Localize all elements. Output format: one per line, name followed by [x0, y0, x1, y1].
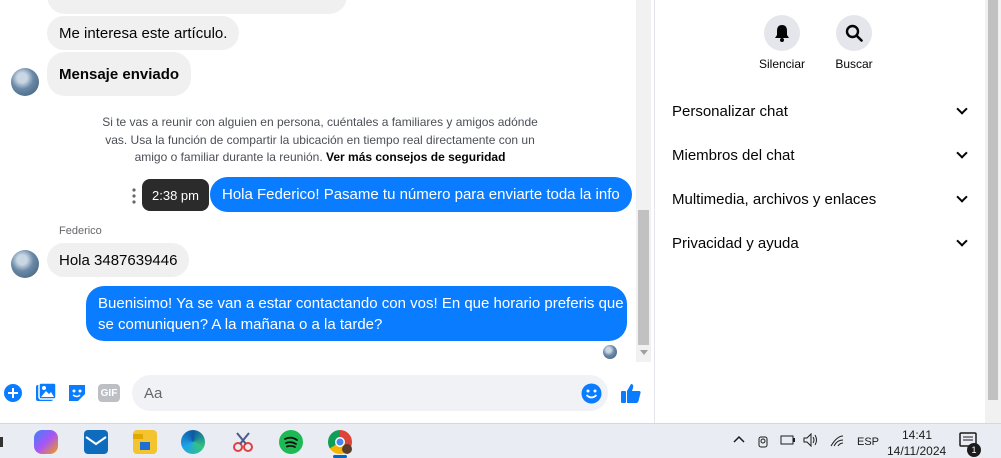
message-text: Me interesa este artículo.	[59, 24, 228, 42]
message-bubble-outgoing[interactable]: Buenisimo! Ya se van a estar contactando…	[86, 286, 627, 341]
camera-icon[interactable]	[757, 434, 771, 451]
section-label: Personalizar chat	[672, 102, 788, 120]
composer-bar: GIF Aa	[0, 370, 654, 416]
time-tooltip: 2:38 pm	[142, 179, 209, 211]
chevron-up-icon[interactable]	[733, 434, 745, 447]
wifi-icon[interactable]	[829, 434, 845, 451]
scrollbar-thumb[interactable]	[988, 0, 998, 400]
section-label: Miembros del chat	[672, 146, 795, 164]
message-text-line: Buenisimo! Ya se van a estar contactando…	[98, 295, 624, 312]
contact-avatar[interactable]	[11, 250, 39, 278]
bell-icon	[775, 25, 789, 42]
input-placeholder: Aa	[144, 384, 163, 402]
sticker-icon[interactable]	[67, 383, 87, 403]
more-options-icon[interactable]	[131, 187, 137, 205]
notification-badge: 1	[967, 443, 981, 457]
section-label: Privacidad y ayuda	[672, 234, 799, 252]
chevron-down-icon	[956, 235, 968, 247]
section-privacy-help[interactable]: Privacidad y ayuda	[672, 228, 972, 258]
section-media-files-links[interactable]: Multimedia, archivos y enlaces	[672, 184, 972, 214]
page-scrollbar[interactable]	[985, 0, 1001, 423]
windows-taskbar: ESP 14:41 14/11/2024 1	[0, 423, 1001, 458]
mute-button[interactable]	[764, 15, 800, 51]
contact-avatar[interactable]	[11, 68, 39, 96]
photo-icon[interactable]	[35, 383, 57, 403]
search-button[interactable]	[836, 15, 872, 51]
chevron-down-icon	[956, 147, 968, 159]
chevron-down-icon	[956, 103, 968, 115]
snipping-tool-icon[interactable]	[231, 430, 255, 454]
mail-icon[interactable]	[84, 430, 108, 454]
message-input[interactable]: Aa	[132, 375, 608, 411]
chrome-icon[interactable]	[328, 430, 352, 454]
file-explorer-icon[interactable]	[133, 430, 157, 454]
search-label: Buscar	[835, 57, 873, 71]
safety-link[interactable]: Ver más consejos de seguridad	[326, 150, 505, 164]
message-text: Hola 3487639446	[59, 251, 178, 269]
volume-icon[interactable]	[803, 432, 819, 450]
message-text: Hola Federico! Pasame tu número para env…	[222, 186, 620, 203]
section-label: Multimedia, archivos y enlaces	[672, 190, 877, 208]
mute-label: Silenciar	[758, 57, 806, 71]
plus-icon[interactable]	[3, 383, 23, 403]
message-bubble-incoming[interactable]: Mensaje enviado	[47, 52, 192, 96]
message-text-line: se comuniquen? A la mañana o a la tarde?	[98, 316, 383, 333]
clock-date[interactable]: 14/11/2024	[887, 444, 946, 458]
battery-icon[interactable]	[780, 434, 796, 449]
copilot-icon[interactable]	[34, 430, 58, 454]
message-bubble-outgoing[interactable]: Hola Federico! Pasame tu número para env…	[210, 177, 632, 212]
like-icon[interactable]	[620, 382, 642, 404]
scrollbar-thumb[interactable]	[638, 210, 649, 345]
sender-name: Federico	[59, 225, 102, 237]
notification-count: 1	[971, 445, 977, 455]
spotify-icon[interactable]	[279, 430, 303, 454]
chevron-down-icon	[956, 191, 968, 203]
emoji-icon[interactable]	[581, 383, 602, 404]
clock-time[interactable]: 14:41	[902, 428, 932, 442]
message-text: Mensaje enviado	[59, 65, 180, 83]
search-icon	[845, 24, 863, 42]
language-indicator[interactable]: ESP	[857, 436, 879, 448]
edge-browser-icon[interactable]	[181, 430, 205, 454]
messenger-window: Me interesa este artículo. Mensaje envia…	[0, 0, 1001, 458]
taskbar-edge-icon	[0, 437, 3, 447]
chat-thread: Me interesa este artículo. Mensaje envia…	[0, 0, 654, 423]
chat-info-panel: Silenciar Buscar Personalizar chat Miemb…	[655, 0, 985, 423]
gif-label: GIF	[100, 387, 118, 399]
safety-notice: Si te vas a reunir con alguien en person…	[90, 114, 550, 167]
message-bubble-incoming[interactable]: Me interesa este artículo.	[47, 16, 240, 50]
tooltip-text: 2:38 pm	[152, 187, 199, 203]
section-customize-chat[interactable]: Personalizar chat	[672, 96, 972, 126]
section-chat-members[interactable]: Miembros del chat	[672, 140, 972, 170]
gif-button[interactable]: GIF	[98, 384, 120, 402]
scroll-down-arrow-icon[interactable]	[640, 350, 648, 355]
message-bubble-partial	[47, 0, 347, 14]
message-bubble-incoming[interactable]: Hola 3487639446	[47, 243, 190, 277]
chat-scrollbar[interactable]	[636, 0, 651, 362]
read-receipt-avatar	[603, 345, 617, 359]
